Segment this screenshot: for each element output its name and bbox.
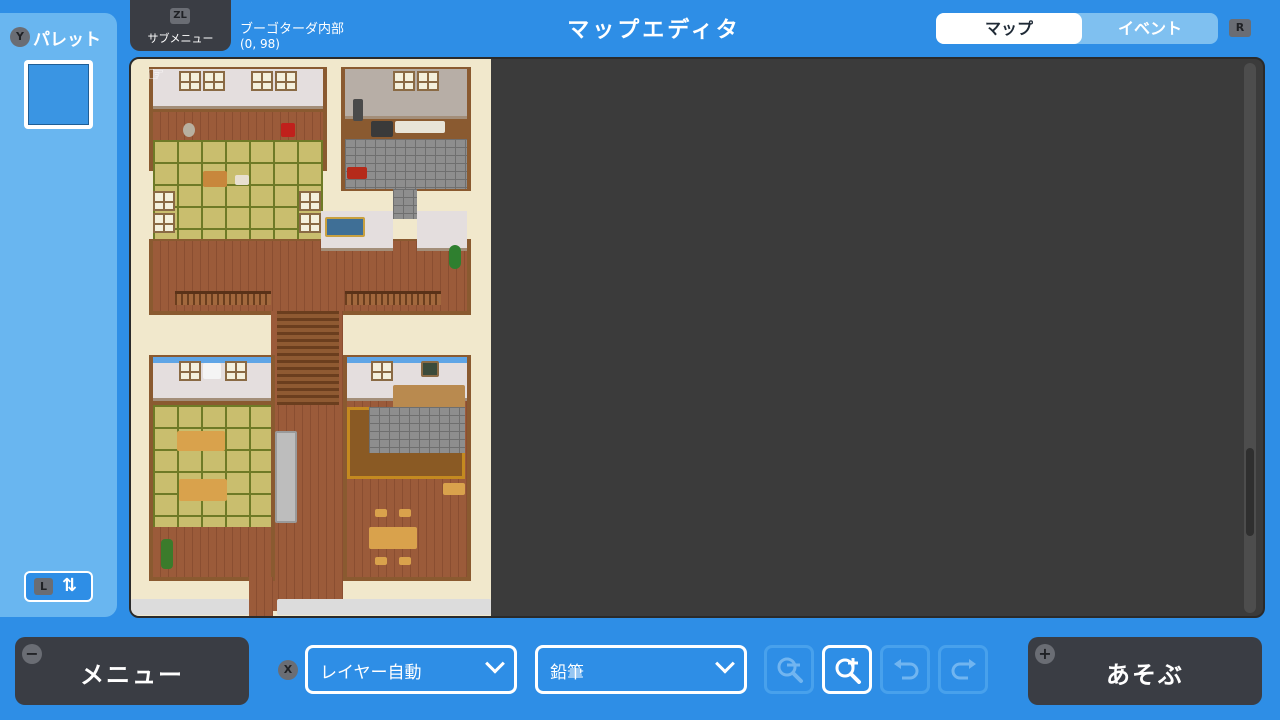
tile-preview — [28, 64, 89, 125]
y-key-badge: Y — [10, 27, 30, 47]
redo-icon — [951, 659, 976, 680]
menu-button-label: メニュー — [80, 661, 184, 689]
x-key-badge: X — [278, 660, 298, 680]
r-key-badge: R — [1229, 19, 1251, 37]
chevron-down-icon — [715, 653, 735, 674]
map-tiles[interactable]: ☞ — [131, 59, 491, 616]
play-button-label: あそぶ — [1106, 661, 1184, 689]
tool-select-value: 鉛筆 — [550, 663, 584, 683]
palette-title: パレット — [33, 30, 101, 50]
zoom-in-icon — [835, 658, 861, 684]
palette-panel: Y パレット L ⇅ — [0, 13, 117, 617]
tab-map[interactable]: マップ — [936, 13, 1082, 44]
menu-button[interactable]: − メニュー — [15, 637, 249, 705]
tool-select[interactable]: 鉛筆 — [535, 645, 747, 694]
scrollbar-thumb[interactable] — [1246, 448, 1254, 536]
zoom-in-button[interactable] — [822, 645, 872, 694]
map-canvas[interactable]: ☞ — [129, 57, 1265, 618]
play-button[interactable]: + あそぶ — [1028, 637, 1262, 705]
redo-button[interactable] — [938, 645, 988, 694]
palette-swap-button[interactable]: L ⇅ — [24, 571, 93, 602]
hand-cursor-icon: ☞ — [147, 62, 165, 86]
undo-icon — [894, 659, 919, 680]
mode-tabs: マップ イベント — [936, 13, 1218, 44]
zoom-out-icon — [777, 657, 803, 683]
undo-button[interactable] — [880, 645, 930, 694]
swap-arrows-icon: ⇅ — [62, 575, 78, 596]
l-key-badge: L — [34, 578, 53, 595]
layer-select-value: レイヤー自動 — [320, 663, 422, 683]
chevron-down-icon — [485, 653, 505, 674]
tab-event[interactable]: イベント — [1082, 13, 1218, 44]
layer-select[interactable]: レイヤー自動 — [305, 645, 517, 694]
palette-selected-tile[interactable] — [24, 60, 93, 129]
zoom-out-button[interactable] — [764, 645, 814, 694]
